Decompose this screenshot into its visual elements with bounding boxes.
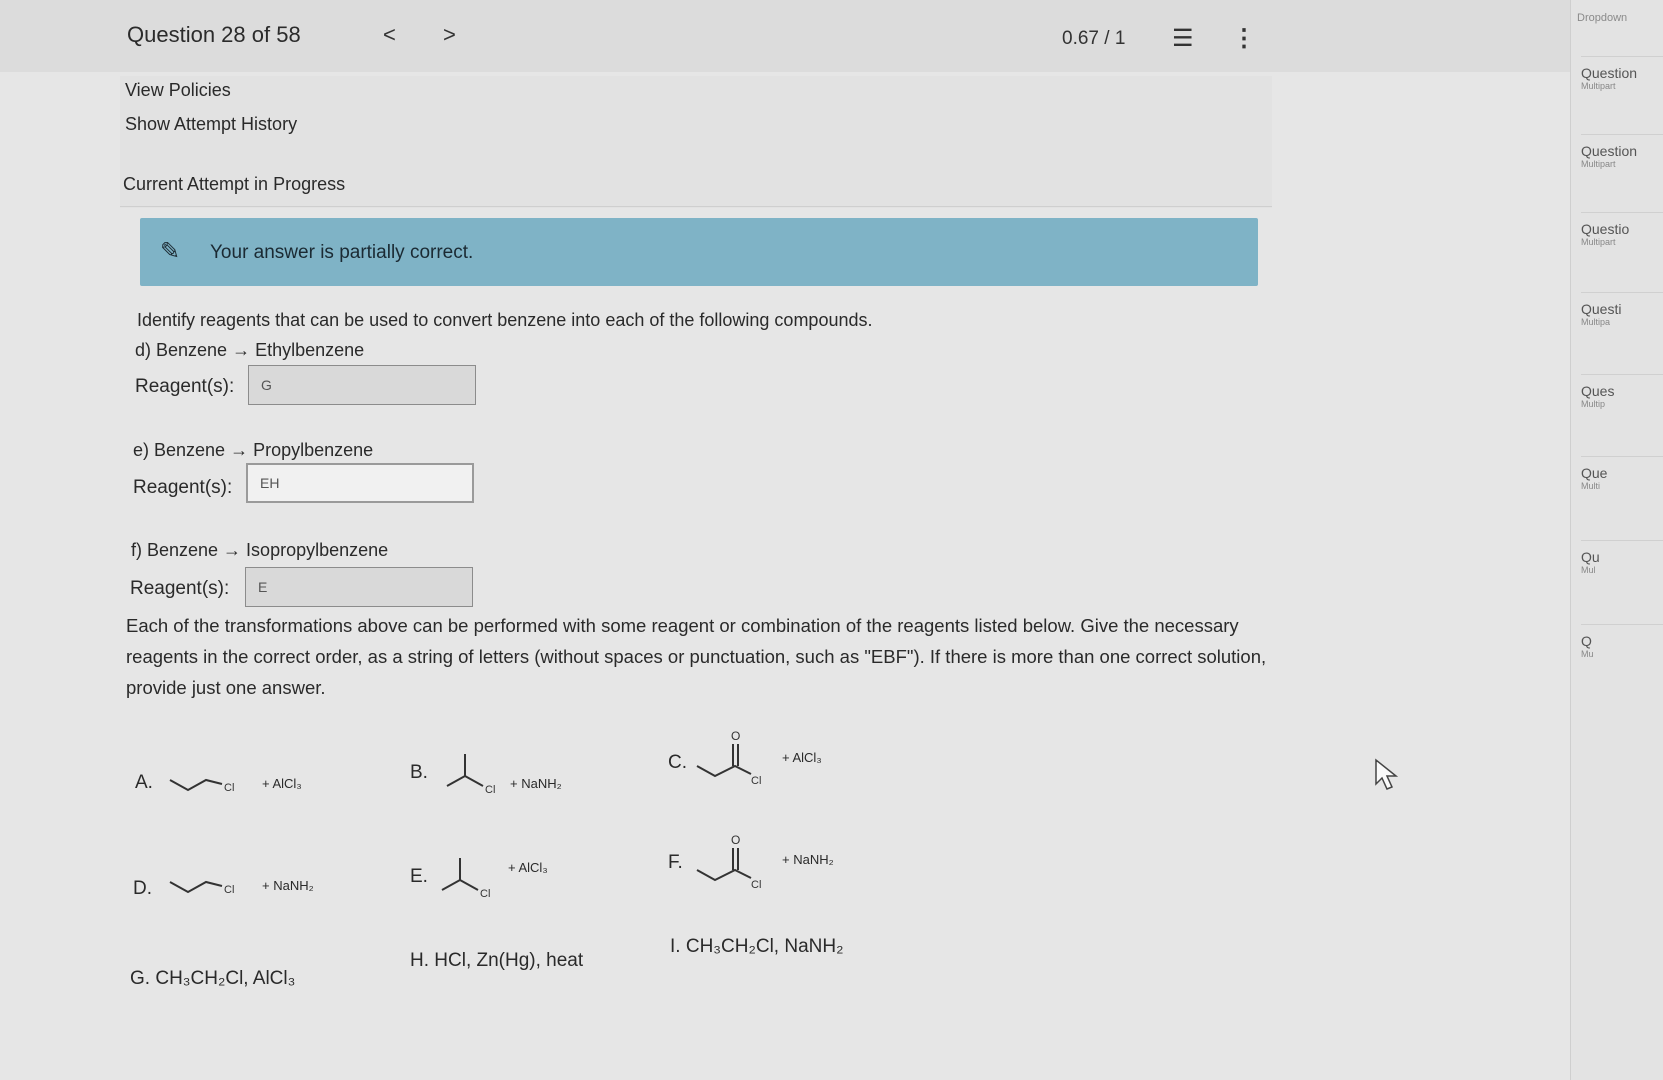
score-display: 0.67 / 1 — [1062, 28, 1126, 49]
sidebar-item-title: Que — [1581, 465, 1608, 481]
sidebar-item-6[interactable]: Que Multi — [1581, 456, 1663, 491]
divider — [120, 206, 1272, 207]
option-f-o-text: O — [731, 833, 740, 847]
option-d-label: D. — [133, 878, 152, 899]
previous-question-button[interactable]: < — [383, 22, 396, 48]
option-e-structure: Cl — [441, 858, 490, 900]
sidebar-item-2[interactable]: Question Multipart — [1581, 134, 1663, 169]
part-d-title: d) Benzene → Ethylbenzene — [135, 340, 365, 360]
question-intro: Identify reagents that can be used to co… — [137, 310, 873, 330]
option-f-label: F. — [668, 852, 683, 873]
sidebar-item-7[interactable]: Qu Mul — [1581, 540, 1663, 575]
sidebar-item-8[interactable]: Q Mu — [1581, 624, 1663, 659]
option-f-structure: O Cl — [696, 833, 761, 891]
sidebar-item-sub: Multipart — [1581, 237, 1616, 247]
option-e-label: E. — [410, 866, 428, 887]
sidebar-item-5[interactable]: Ques Multip — [1581, 374, 1663, 409]
option-b-label: B. — [410, 762, 428, 783]
option-a-cl-text: Cl — [224, 782, 234, 794]
question-title: Question 28 of 58 — [127, 22, 301, 47]
option-h: H. HCl, Zn(Hg), heat — [410, 950, 583, 972]
option-a-label: A. — [135, 772, 153, 793]
option-c-reagent: + AlCl₃ — [782, 750, 822, 765]
sidebar-item-title: Question — [1581, 65, 1638, 81]
option-i-text: CH₃CH₂Cl, NaNH₂ — [685, 936, 844, 957]
part-e-title: e) Benzene → Propylbenzene — [133, 440, 374, 460]
option-h-label: H. — [410, 950, 429, 971]
option-c-label: C. — [668, 752, 687, 773]
sidebar-item-4[interactable]: Questi Multipa — [1581, 292, 1663, 327]
option-c-cl-text: Cl — [751, 775, 761, 787]
sidebar-item-sub: Multipart — [1581, 159, 1616, 169]
sidebar-item-sub: Multip — [1581, 399, 1606, 409]
part-f-title: f) Benzene → Isopropylbenzene — [131, 540, 389, 560]
mouse-cursor-icon — [1375, 758, 1399, 790]
pencil-icon: ✎ — [160, 238, 181, 265]
sidebar-item-1[interactable]: Question Multipart — [1581, 56, 1663, 91]
sidebar-item-3[interactable]: Questio Multipart — [1581, 212, 1663, 247]
option-g: G. CH₃CH₂Cl, AlCl₃ — [130, 968, 295, 990]
sidebar-item-title: Questio — [1581, 221, 1630, 237]
option-g-label: G. — [130, 968, 151, 989]
option-i-label: I. — [670, 936, 681, 957]
option-d-reagent: + NaNH₂ — [262, 878, 314, 893]
option-b-cl-text: Cl — [485, 784, 495, 796]
sidebar-item-sub: Mul — [1581, 565, 1596, 575]
option-b-reagent: + NaNH₂ — [510, 776, 562, 791]
sidebar-item-title: Q — [1581, 633, 1592, 649]
show-attempt-history-link[interactable]: Show Attempt History — [125, 114, 297, 135]
question-sidebar: Dropdown Question Multipart Question Mul… — [1570, 0, 1663, 1080]
part-f-reagent-label: Reagent(s): — [130, 578, 230, 599]
option-c-o-text: O — [731, 729, 740, 743]
sidebar-item-sub: Multi — [1581, 481, 1601, 491]
sidebar-item-title: Qu — [1581, 549, 1600, 565]
option-h-text: HCl, Zn(Hg), heat — [434, 950, 584, 971]
option-d-cl-text: Cl — [224, 884, 234, 896]
part-e-reagent-input[interactable] — [246, 463, 474, 503]
option-f-reagent: + NaNH₂ — [782, 852, 834, 867]
current-attempt-heading: Current Attempt in Progress — [123, 174, 346, 194]
sidebar-item-title: Question — [1581, 143, 1638, 159]
part-f-reagent-input[interactable] — [245, 567, 473, 607]
option-a-structure: Cl — [169, 778, 234, 794]
sidebar-item-sub: Multipart — [1581, 81, 1616, 91]
instructions-text: Each of the transformations above can be… — [126, 615, 1267, 698]
option-e-reagent: + AlCl₃ — [508, 860, 548, 875]
option-a-reagent: + AlCl₃ — [262, 776, 302, 791]
option-c-structure: O Cl — [696, 729, 761, 787]
option-i: I. CH₃CH₂Cl, NaNH₂ — [670, 936, 843, 958]
part-d-reagent-input[interactable] — [248, 365, 476, 405]
sidebar-item-sub: Multipa — [1581, 317, 1611, 327]
feedback-text: Your answer is partially correct. — [210, 242, 474, 263]
feedback-banner: ✎ Your answer is partially correct. — [140, 218, 1258, 286]
list-icon[interactable]: ☰ — [1172, 24, 1194, 53]
more-vertical-icon[interactable]: ⋮ — [1232, 24, 1256, 53]
option-g-text: CH₃CH₂Cl, AlCl₃ — [155, 968, 296, 989]
next-question-button[interactable]: > — [443, 22, 456, 48]
option-d-structure: Cl — [169, 880, 234, 896]
option-e-cl-text: Cl — [480, 888, 490, 900]
option-b-structure: Cl — [446, 754, 495, 796]
option-f-cl-text: Cl — [751, 879, 761, 891]
sidebar-item-sub: Mu — [1581, 649, 1594, 659]
sidebar-item-title: Questi — [1581, 301, 1622, 317]
view-policies-link[interactable]: View Policies — [125, 80, 231, 101]
part-e-reagent-label: Reagent(s): — [133, 477, 233, 498]
part-d-reagent-label: Reagent(s): — [135, 376, 235, 397]
sidebar-dropdown[interactable]: Dropdown — [1577, 12, 1627, 24]
sidebar-item-title: Ques — [1581, 383, 1615, 399]
